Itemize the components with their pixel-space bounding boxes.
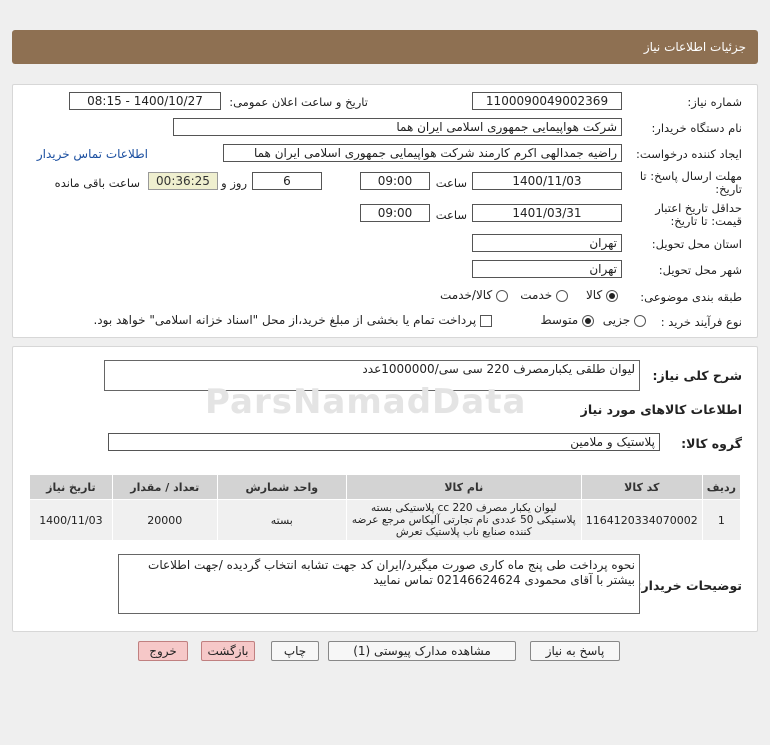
row-code: 1164120334070002 — [580, 499, 703, 541]
row-index: 1 — [701, 499, 742, 541]
goods-info-title: اطلاعات کالاهای مورد نیاز — [580, 402, 742, 417]
validity-date-field: 1401/03/31 — [472, 204, 622, 222]
city-field: تهران — [472, 260, 622, 278]
announce-field: 1400/10/27 - 08:15 — [69, 92, 221, 110]
page-title: جزئیات اطلاعات نیاز — [643, 40, 746, 54]
category-radio-goods-service[interactable]: کالا/خدمت — [440, 288, 508, 302]
row-date: 1400/11/03 — [29, 499, 113, 541]
goods-group-label: گروه کالا: — [681, 436, 742, 451]
validity-time-label: ساعت — [435, 208, 467, 222]
need-summary-label: شرح کلی نیاز: — [652, 368, 742, 383]
process-radio-medium[interactable]: متوسط — [540, 313, 594, 327]
province-label: استان محل تحویل: — [651, 237, 742, 251]
days-field: 6 — [252, 172, 322, 190]
col-date: تاریخ نیاز — [29, 474, 113, 500]
col-unit: واحد شمارش — [216, 474, 347, 500]
radio-icon — [634, 314, 646, 327]
process-option-medium: متوسط — [540, 313, 579, 327]
days-label: روز و — [221, 176, 247, 190]
radio-icon — [496, 289, 508, 302]
buyer-notes-label: توضیحات خریدار: — [636, 578, 742, 593]
col-qty: تعداد / مقدار — [111, 474, 218, 500]
remaining-label: ساعت باقی مانده — [54, 176, 140, 190]
radio-icon — [582, 314, 594, 327]
deadline-label-1: مهلت ارسال پاسخ: تا — [639, 169, 742, 183]
category-radio-service[interactable]: خدمت — [520, 288, 568, 302]
need-number-field: 1100090049002369 — [472, 92, 622, 110]
buyer-field: شرکت هواپیمایی جمهوری اسلامی ایران هما — [173, 118, 622, 136]
category-label: طبقه بندی موضوعی: — [640, 290, 742, 304]
treasury-payment-checkbox[interactable]: پرداخت تمام یا بخشی از مبلغ خرید،از محل … — [93, 313, 492, 327]
table-row: 1 1164120334070002 لیوان یکبار مصرف cc 2… — [29, 499, 742, 541]
category-option-goods-service: کالا/خدمت — [439, 288, 493, 302]
category-option-goods: کالا — [585, 288, 603, 302]
row-qty: 20000 — [111, 499, 218, 541]
goods-table-header: ردیف کد کالا نام کالا واحد شمارش تعداد /… — [29, 474, 742, 500]
process-label: نوع فرآیند خرید : — [660, 315, 742, 329]
row-unit: بسته — [216, 499, 347, 541]
view-attachments-button[interactable]: مشاهده مدارک پیوستی (1) — [328, 641, 516, 661]
goods-group-field: پلاستیک و ملامین — [108, 433, 660, 451]
exit-button[interactable]: خروج — [138, 641, 188, 661]
process-option-minor: جزیی — [602, 313, 631, 327]
buyer-notes-field: نحوه پرداخت طی پنج ماه کاری صورت میگیرد/… — [118, 554, 640, 614]
radio-icon — [606, 289, 618, 302]
goods-table: ردیف کد کالا نام کالا واحد شمارش تعداد /… — [29, 474, 742, 541]
col-code: کد کالا — [580, 474, 703, 500]
page-title-bar: جزئیات اطلاعات نیاز — [12, 30, 758, 64]
announce-label: تاریخ و ساعت اعلان عمومی: — [229, 95, 368, 109]
reply-button[interactable]: پاسخ به نیاز — [530, 641, 620, 661]
radio-icon — [556, 289, 568, 302]
checkbox-icon — [480, 314, 492, 327]
col-row: ردیف — [701, 474, 742, 500]
deadline-time-field: 09:00 — [360, 172, 430, 190]
category-option-service: خدمت — [520, 288, 553, 302]
process-radio-minor[interactable]: جزیی — [603, 313, 646, 327]
deadline-label-2: تاریخ: — [715, 182, 742, 196]
creator-field: راضیه جمدالهی اکرم کارمند شرکت هواپیمایی… — [223, 144, 622, 162]
col-name: نام کالا — [345, 474, 582, 500]
back-button[interactable]: بازگشت — [201, 641, 255, 661]
buyer-contact-link[interactable]: اطلاعات تماس خریدار — [37, 147, 148, 161]
need-number-label: شماره نیاز: — [687, 95, 742, 109]
row-name: لیوان یکبار مصرف cc 220 پلاستیکی بسته پل… — [345, 499, 582, 541]
province-field: تهران — [472, 234, 622, 252]
payment-note: پرداخت تمام یا بخشی از مبلغ خرید،از محل … — [93, 313, 477, 327]
creator-label: ایجاد کننده درخواست: — [636, 147, 742, 161]
deadline-date-field: 1400/11/03 — [472, 172, 622, 190]
remaining-time-field: 00:36:25 — [148, 172, 218, 190]
validity-time-field: 09:00 — [360, 204, 430, 222]
validity-label-2: قیمت: تا تاریخ: — [670, 214, 742, 228]
watermark-text: ParsNamadData — [205, 382, 527, 422]
print-button[interactable]: چاپ — [271, 641, 319, 661]
validity-label-1: حداقل تاریخ اعتبار — [655, 201, 742, 215]
category-radio-goods[interactable]: کالا — [586, 288, 618, 302]
deadline-time-label: ساعت — [435, 176, 467, 190]
city-label: شهر محل تحویل: — [658, 263, 742, 277]
buyer-label: نام دستگاه خریدار: — [651, 121, 742, 135]
